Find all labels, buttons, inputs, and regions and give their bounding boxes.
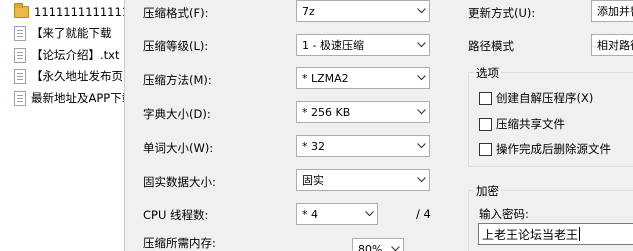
solid-label: 固实数据大小: <box>143 175 216 189</box>
checkbox-box[interactable] <box>479 142 492 156</box>
cpu-select[interactable]: * 4 <box>296 203 378 225</box>
chevron-down-icon <box>413 1 429 21</box>
chevron-down-icon <box>413 136 429 156</box>
sfx-label: 创建自解压程序(X) <box>496 91 594 105</box>
solid-value: 固实 <box>302 174 324 187</box>
dict-label: 字典大小(D): <box>143 107 211 121</box>
chevron-down-icon <box>413 35 429 55</box>
file-name: 【论坛介绍】.txt <box>31 48 120 62</box>
update-label: 更新方式(U): <box>468 6 536 20</box>
password-label: 输入密码: <box>479 207 529 221</box>
level-value: 1 - 极速压缩 <box>302 39 364 52</box>
path-select[interactable]: 相对路径 <box>591 34 633 56</box>
word-select[interactable]: * 32 <box>296 135 430 157</box>
level-label: 压缩等级(L): <box>143 39 209 53</box>
word-label: 单词大小(W): <box>143 141 214 155</box>
dict-select[interactable]: * 256 KB <box>296 101 430 123</box>
file-explorer: 1111111111111 【来了就能下载 【论坛介绍】.txt 【永久地址发布… <box>0 0 126 251</box>
chevron-down-icon <box>387 239 403 251</box>
delete-label: 操作完成后删除源文件 <box>496 142 611 156</box>
memory-value: 80% <box>358 242 383 251</box>
path-value: 相对路径 <box>597 39 633 52</box>
file-name: 【来了就能下载 <box>31 26 112 40</box>
options-title: 选项 <box>474 65 501 81</box>
folder-icon <box>14 3 29 18</box>
chevron-down-icon <box>413 68 429 88</box>
format-value: 7z <box>302 4 315 18</box>
delete-checkbox[interactable]: 操作完成后删除源文件 <box>479 141 611 157</box>
format-label: 压缩格式(F): <box>143 6 209 20</box>
text-file-icon <box>14 25 26 41</box>
method-value: * LZMA2 <box>302 71 349 85</box>
cpu-total: / 4 <box>416 207 431 221</box>
checkbox-box[interactable] <box>479 91 492 105</box>
format-select[interactable]: 7z <box>296 0 430 22</box>
encryption-title: 加密 <box>474 183 501 199</box>
shared-label: 压缩共享文件 <box>496 117 565 131</box>
method-label: 压缩方法(M): <box>143 73 212 87</box>
shared-checkbox[interactable]: 压缩共享文件 <box>479 116 565 132</box>
update-select[interactable]: 添加并替 <box>591 0 633 22</box>
archive-dialog: 压缩格式(F): 7z 压缩等级(L): 1 - 极速压缩 压缩方法(M): *… <box>124 0 633 251</box>
level-select[interactable]: 1 - 极速压缩 <box>296 34 430 56</box>
memory-select[interactable]: 80% <box>352 238 404 251</box>
solid-select[interactable]: 固实 <box>296 169 430 191</box>
list-item[interactable]: 1111111111111 <box>0 2 126 22</box>
method-select[interactable]: * LZMA2 <box>296 67 430 89</box>
file-name: 【永久地址发布页 <box>31 69 123 83</box>
cpu-value: * 4 <box>302 207 318 221</box>
list-item[interactable]: 【论坛介绍】.txt <box>0 45 126 65</box>
sfx-checkbox[interactable]: 创建自解压程序(X) <box>479 90 593 106</box>
list-item[interactable]: 最新地址及APP下载 <box>0 88 126 108</box>
list-item[interactable]: 【来了就能下载 <box>0 23 126 43</box>
text-caret <box>579 227 581 241</box>
chevron-down-icon <box>361 204 377 224</box>
text-file-icon <box>14 47 26 63</box>
text-file-icon <box>14 90 26 106</box>
update-value: 添加并替 <box>597 5 633 18</box>
cpu-label: CPU 线程数: <box>143 208 209 222</box>
word-value: * 32 <box>302 139 325 153</box>
text-file-icon <box>14 68 26 84</box>
file-name: 1111111111111 <box>34 5 126 19</box>
path-label: 路径模式 <box>468 39 514 53</box>
chevron-down-icon <box>413 170 429 190</box>
checkbox-box[interactable] <box>479 117 492 131</box>
password-input[interactable]: 上老王论坛当老王 <box>478 223 633 245</box>
password-value: 上老王论坛当老王 <box>482 227 579 242</box>
dict-value: * 256 KB <box>302 105 351 119</box>
list-item[interactable]: 【永久地址发布页 <box>0 66 126 86</box>
memory-label: 压缩所需内存: <box>143 236 216 250</box>
chevron-down-icon <box>413 102 429 122</box>
file-name: 最新地址及APP下载 <box>31 91 126 105</box>
